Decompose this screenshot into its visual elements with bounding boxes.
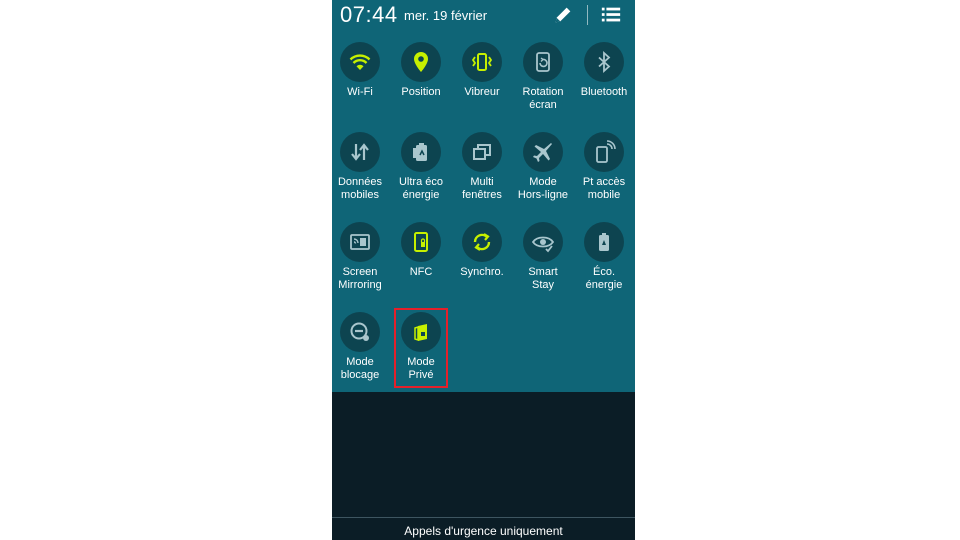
tile-multi-fenetres[interactable]: Multi fenêtres <box>452 132 512 202</box>
tile-vibreur[interactable]: Vibreur <box>452 42 512 99</box>
list-menu-icon[interactable] <box>600 4 622 26</box>
tile-smart-stay[interactable]: Smart Stay <box>513 222 573 292</box>
tile-screen-mirroring[interactable]: Screen Mirroring <box>332 222 390 292</box>
tile-nfc[interactable]: NFC <box>391 222 451 279</box>
date-label: mer. 19 février <box>404 8 488 23</box>
emergency-calls-label: Appels d'urgence uniquement <box>404 524 563 538</box>
tile-ultra-eco[interactable]: Ultra éco énergie <box>391 132 451 202</box>
tile-label: Vibreur <box>464 86 500 98</box>
tile-label: Pt accès mobile <box>582 176 626 201</box>
multi-window-icon <box>462 132 502 172</box>
edit-pencil-icon[interactable] <box>552 4 574 26</box>
tile-rotation[interactable]: Rotation écran <box>513 42 573 112</box>
tile-eco-energie[interactable]: Éco. énergie <box>574 222 634 292</box>
smart-stay-icon <box>523 222 563 262</box>
tile-label: Données mobiles <box>337 176 383 201</box>
tile-donnees-mobiles[interactable]: Données mobiles <box>332 132 390 202</box>
highlight-box <box>394 308 448 388</box>
tile-label: Smart Stay <box>528 266 558 291</box>
ultra-power-saving-icon <box>401 132 441 172</box>
wifi-icon <box>340 42 380 82</box>
tile-label: Mode blocage <box>340 356 380 381</box>
vibrate-icon <box>462 42 502 82</box>
tile-mode-hors-ligne[interactable]: Mode Hors-ligne <box>513 132 573 202</box>
tile-label: Bluetooth <box>580 86 628 98</box>
rotation-icon <box>523 42 563 82</box>
status-bar: 07:44 mer. 19 février <box>332 0 635 30</box>
tile-pt-acces-mobile[interactable]: Pt accès mobile <box>574 132 634 202</box>
location-pin-icon <box>401 42 441 82</box>
tile-label: Synchro. <box>460 266 504 278</box>
tile-bluetooth[interactable]: Bluetooth <box>574 42 634 99</box>
nfc-icon <box>401 222 441 262</box>
tile-label: Rotation écran <box>522 86 564 111</box>
clock: 07:44 <box>340 2 398 27</box>
tile-label: Ultra éco énergie <box>398 176 444 201</box>
tile-label: NFC <box>409 266 433 278</box>
tile-synchro[interactable]: Synchro. <box>452 222 512 279</box>
mobile-data-icon <box>340 132 380 172</box>
sync-icon <box>462 222 502 262</box>
quick-settings-panel: 07:44 mer. 19 février Wi-Fi Position Vib… <box>332 0 635 392</box>
tile-wifi[interactable]: Wi-Fi <box>332 42 390 99</box>
bluetooth-icon <box>584 42 624 82</box>
phone-screen: 07:44 mer. 19 février Wi-Fi Position Vib… <box>332 0 635 540</box>
tile-label: Mode Hors-ligne <box>517 176 569 201</box>
blocking-mode-icon <box>340 312 380 352</box>
tile-label: Screen Mirroring <box>338 266 382 291</box>
tile-mode-blocage[interactable]: Mode blocage <box>332 312 390 382</box>
tile-label: Multi fenêtres <box>462 176 502 201</box>
tile-label: Éco. énergie <box>585 266 623 291</box>
tile-label: Wi-Fi <box>347 86 373 98</box>
screen-mirroring-icon <box>340 222 380 262</box>
status-divider <box>587 5 588 25</box>
tile-label: Position <box>401 86 441 98</box>
footer-divider <box>332 517 635 518</box>
power-saving-icon <box>584 222 624 262</box>
hotspot-icon <box>584 132 624 172</box>
tile-position[interactable]: Position <box>391 42 451 99</box>
airplane-icon <box>523 132 563 172</box>
